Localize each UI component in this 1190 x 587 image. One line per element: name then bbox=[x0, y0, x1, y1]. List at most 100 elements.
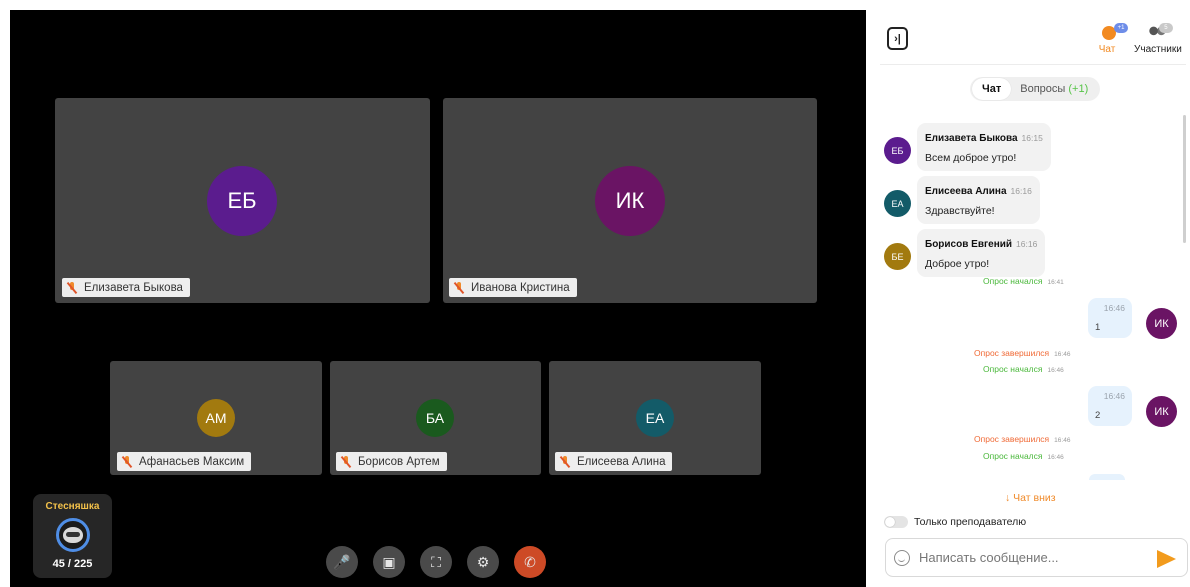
mic-off-icon bbox=[341, 455, 351, 468]
system-event: Опрос начался 16:46 bbox=[983, 451, 1064, 461]
chat-view-switch: Чат Вопросы (+1) bbox=[970, 77, 1100, 101]
fullscreen-button[interactable]: ⛶ bbox=[420, 546, 452, 578]
message-text: 2 bbox=[1095, 410, 1101, 421]
message-input[interactable] bbox=[919, 550, 1149, 565]
avatar: ИК bbox=[595, 166, 665, 236]
message-bubble: Борисов Евгений 16:16 Доброе утро! bbox=[917, 229, 1046, 277]
achievement-progress-ring bbox=[55, 518, 90, 552]
settings-button[interactable]: ⚙ bbox=[467, 546, 499, 578]
participant-name: Иванова Кристина bbox=[471, 281, 570, 294]
participant-tile[interactable]: БА Борисов Артем bbox=[330, 361, 541, 475]
camera-off-icon: ▣ bbox=[382, 553, 396, 570]
collapse-icon: ›| bbox=[894, 32, 901, 45]
participant-tile[interactable]: ЕА Елисеева Алина bbox=[549, 361, 761, 475]
message-bubble-partial bbox=[1089, 474, 1125, 480]
avatar: ИК bbox=[1146, 308, 1177, 339]
scroll-to-bottom-link[interactable]: ↓ Чат вниз bbox=[1005, 492, 1056, 504]
participant-name-tag: Афанасьев Максим bbox=[117, 452, 252, 471]
system-event: Опрос завершился 16:46 bbox=[974, 348, 1070, 358]
teacher-only-option: Только преподавателю bbox=[884, 516, 1026, 528]
own-message: 16:46 1 ИК bbox=[1088, 298, 1177, 339]
message-time: 16:15 bbox=[1021, 133, 1043, 143]
message-author: Елизавета Быкова bbox=[925, 133, 1018, 144]
participant-name: Елисеева Алина bbox=[577, 455, 666, 468]
mic-off-icon bbox=[560, 455, 570, 468]
participants-tab-button[interactable]: 5 Участники bbox=[1134, 23, 1182, 55]
tab-questions-badge: (+1) bbox=[1068, 83, 1089, 95]
hangup-button[interactable]: ✆ bbox=[514, 546, 546, 578]
achievement-count: 45 / 225 bbox=[52, 558, 93, 570]
chat-panel: ›| +1 Чат 5 Участники Чат Вопросы (+1) Е… bbox=[866, 0, 1190, 587]
camera-toggle-button[interactable]: ▣ bbox=[373, 546, 405, 578]
chat-message: ЕА Елисеева Алина 16:16 Здравствуйте! bbox=[884, 176, 1040, 224]
chat-tab-label: Чат bbox=[1098, 44, 1116, 55]
participants-tab-label: Участники bbox=[1134, 44, 1182, 55]
participant-tile[interactable]: АМ Афанасьев Максим bbox=[110, 361, 322, 475]
message-author: Борисов Евгений bbox=[925, 239, 1013, 250]
collapse-panel-button[interactable]: ›| bbox=[887, 27, 908, 50]
achievement-title: Стесняшка bbox=[45, 501, 100, 512]
mic-off-icon: 🎤 bbox=[333, 553, 351, 570]
message-bubble: 16:46 1 bbox=[1088, 298, 1132, 338]
hangup-icon: ✆ bbox=[524, 553, 536, 570]
chat-message: БЕ Борисов Евгений 16:16 Доброе утро! bbox=[884, 229, 1046, 277]
event-time: 16:41 bbox=[1047, 279, 1064, 286]
emoji-icon[interactable] bbox=[894, 549, 910, 566]
avatar: ЕБ bbox=[207, 166, 277, 236]
mic-off-icon bbox=[67, 281, 77, 294]
chat-message: ЕБ Елизавета Быкова 16:15 Всем доброе утр… bbox=[884, 123, 1051, 171]
participant-name-tag: Елисеева Алина bbox=[555, 452, 673, 471]
event-text: Опрос начался bbox=[983, 364, 1043, 374]
system-event: Опрос начался 16:41 bbox=[983, 276, 1064, 286]
participant-name: Елизавета Быкова bbox=[84, 281, 183, 294]
message-feed[interactable]: ЕБ Елизавета Быкова 16:15 Всем доброе утр… bbox=[866, 112, 1190, 480]
participant-name-tag: Иванова Кристина bbox=[449, 278, 577, 297]
achievement-card[interactable]: Стесняшка 45 / 225 bbox=[33, 494, 112, 578]
raccoon-icon bbox=[62, 527, 83, 543]
gear-icon: ⚙ bbox=[476, 553, 490, 570]
avatar: ЕА bbox=[884, 190, 911, 217]
participant-name-tag: Борисов Артем bbox=[336, 452, 447, 471]
event-time: 16:46 bbox=[1054, 437, 1071, 444]
event-time: 16:46 bbox=[1047, 454, 1064, 461]
teacher-only-label: Только преподавателю bbox=[914, 516, 1027, 528]
avatar: АМ bbox=[197, 399, 235, 437]
message-text: 1 bbox=[1095, 322, 1101, 333]
system-event: Опрос начался 16:46 bbox=[983, 364, 1064, 374]
system-event: Опрос завершился 16:46 bbox=[974, 434, 1070, 444]
mic-off-icon bbox=[454, 281, 464, 294]
event-text: Опрос завершился bbox=[974, 434, 1050, 444]
feed-scrollbar[interactable] bbox=[1183, 115, 1186, 243]
participants-icon: 5 bbox=[1146, 23, 1173, 40]
event-text: Опрос начался bbox=[983, 276, 1043, 286]
participant-name: Борисов Артем bbox=[358, 455, 440, 468]
message-text: Доброе утро! bbox=[925, 258, 990, 270]
teacher-only-toggle[interactable] bbox=[884, 516, 908, 528]
chat-tab-button[interactable]: +1 Чат bbox=[1098, 23, 1128, 55]
message-bubble: Елизавета Быкова 16:15 Всем доброе утро! bbox=[917, 123, 1051, 171]
avatar: ЕБ bbox=[884, 137, 911, 164]
participant-tile[interactable]: ИК Иванова Кристина bbox=[443, 98, 817, 303]
message-bubble: Елисеева Алина 16:16 Здравствуйте! bbox=[917, 176, 1040, 224]
own-message: 16:46 2 ИК bbox=[1088, 386, 1177, 427]
avatar: БЕ bbox=[884, 243, 911, 270]
tab-questions[interactable]: Вопросы (+1) bbox=[1011, 83, 1088, 95]
event-text: Опрос завершился bbox=[974, 348, 1050, 358]
message-author: Елисеева Алина bbox=[925, 186, 1007, 197]
participant-name: Афанасьев Максим bbox=[139, 455, 245, 468]
tab-questions-label: Вопросы bbox=[1020, 83, 1066, 95]
tab-chat[interactable]: Чат bbox=[972, 78, 1012, 100]
participant-tile[interactable]: ЕБ Елизавета Быкова bbox=[55, 98, 430, 303]
panel-header: ›| +1 Чат 5 Участники bbox=[880, 0, 1186, 65]
message-time: 16:16 bbox=[1016, 239, 1038, 249]
send-icon[interactable] bbox=[1157, 550, 1176, 568]
mic-toggle-button[interactable]: 🎤 bbox=[326, 546, 358, 578]
participant-name-tag: Елизавета Быкова bbox=[62, 278, 190, 297]
message-composer bbox=[885, 538, 1188, 577]
event-time: 16:46 bbox=[1054, 351, 1071, 358]
avatar: БА bbox=[416, 399, 454, 437]
mic-off-icon bbox=[122, 455, 132, 468]
message-time: 16:46 bbox=[1103, 391, 1125, 401]
event-text: Опрос начался bbox=[983, 451, 1043, 461]
chat-badge: +1 bbox=[1114, 23, 1128, 33]
